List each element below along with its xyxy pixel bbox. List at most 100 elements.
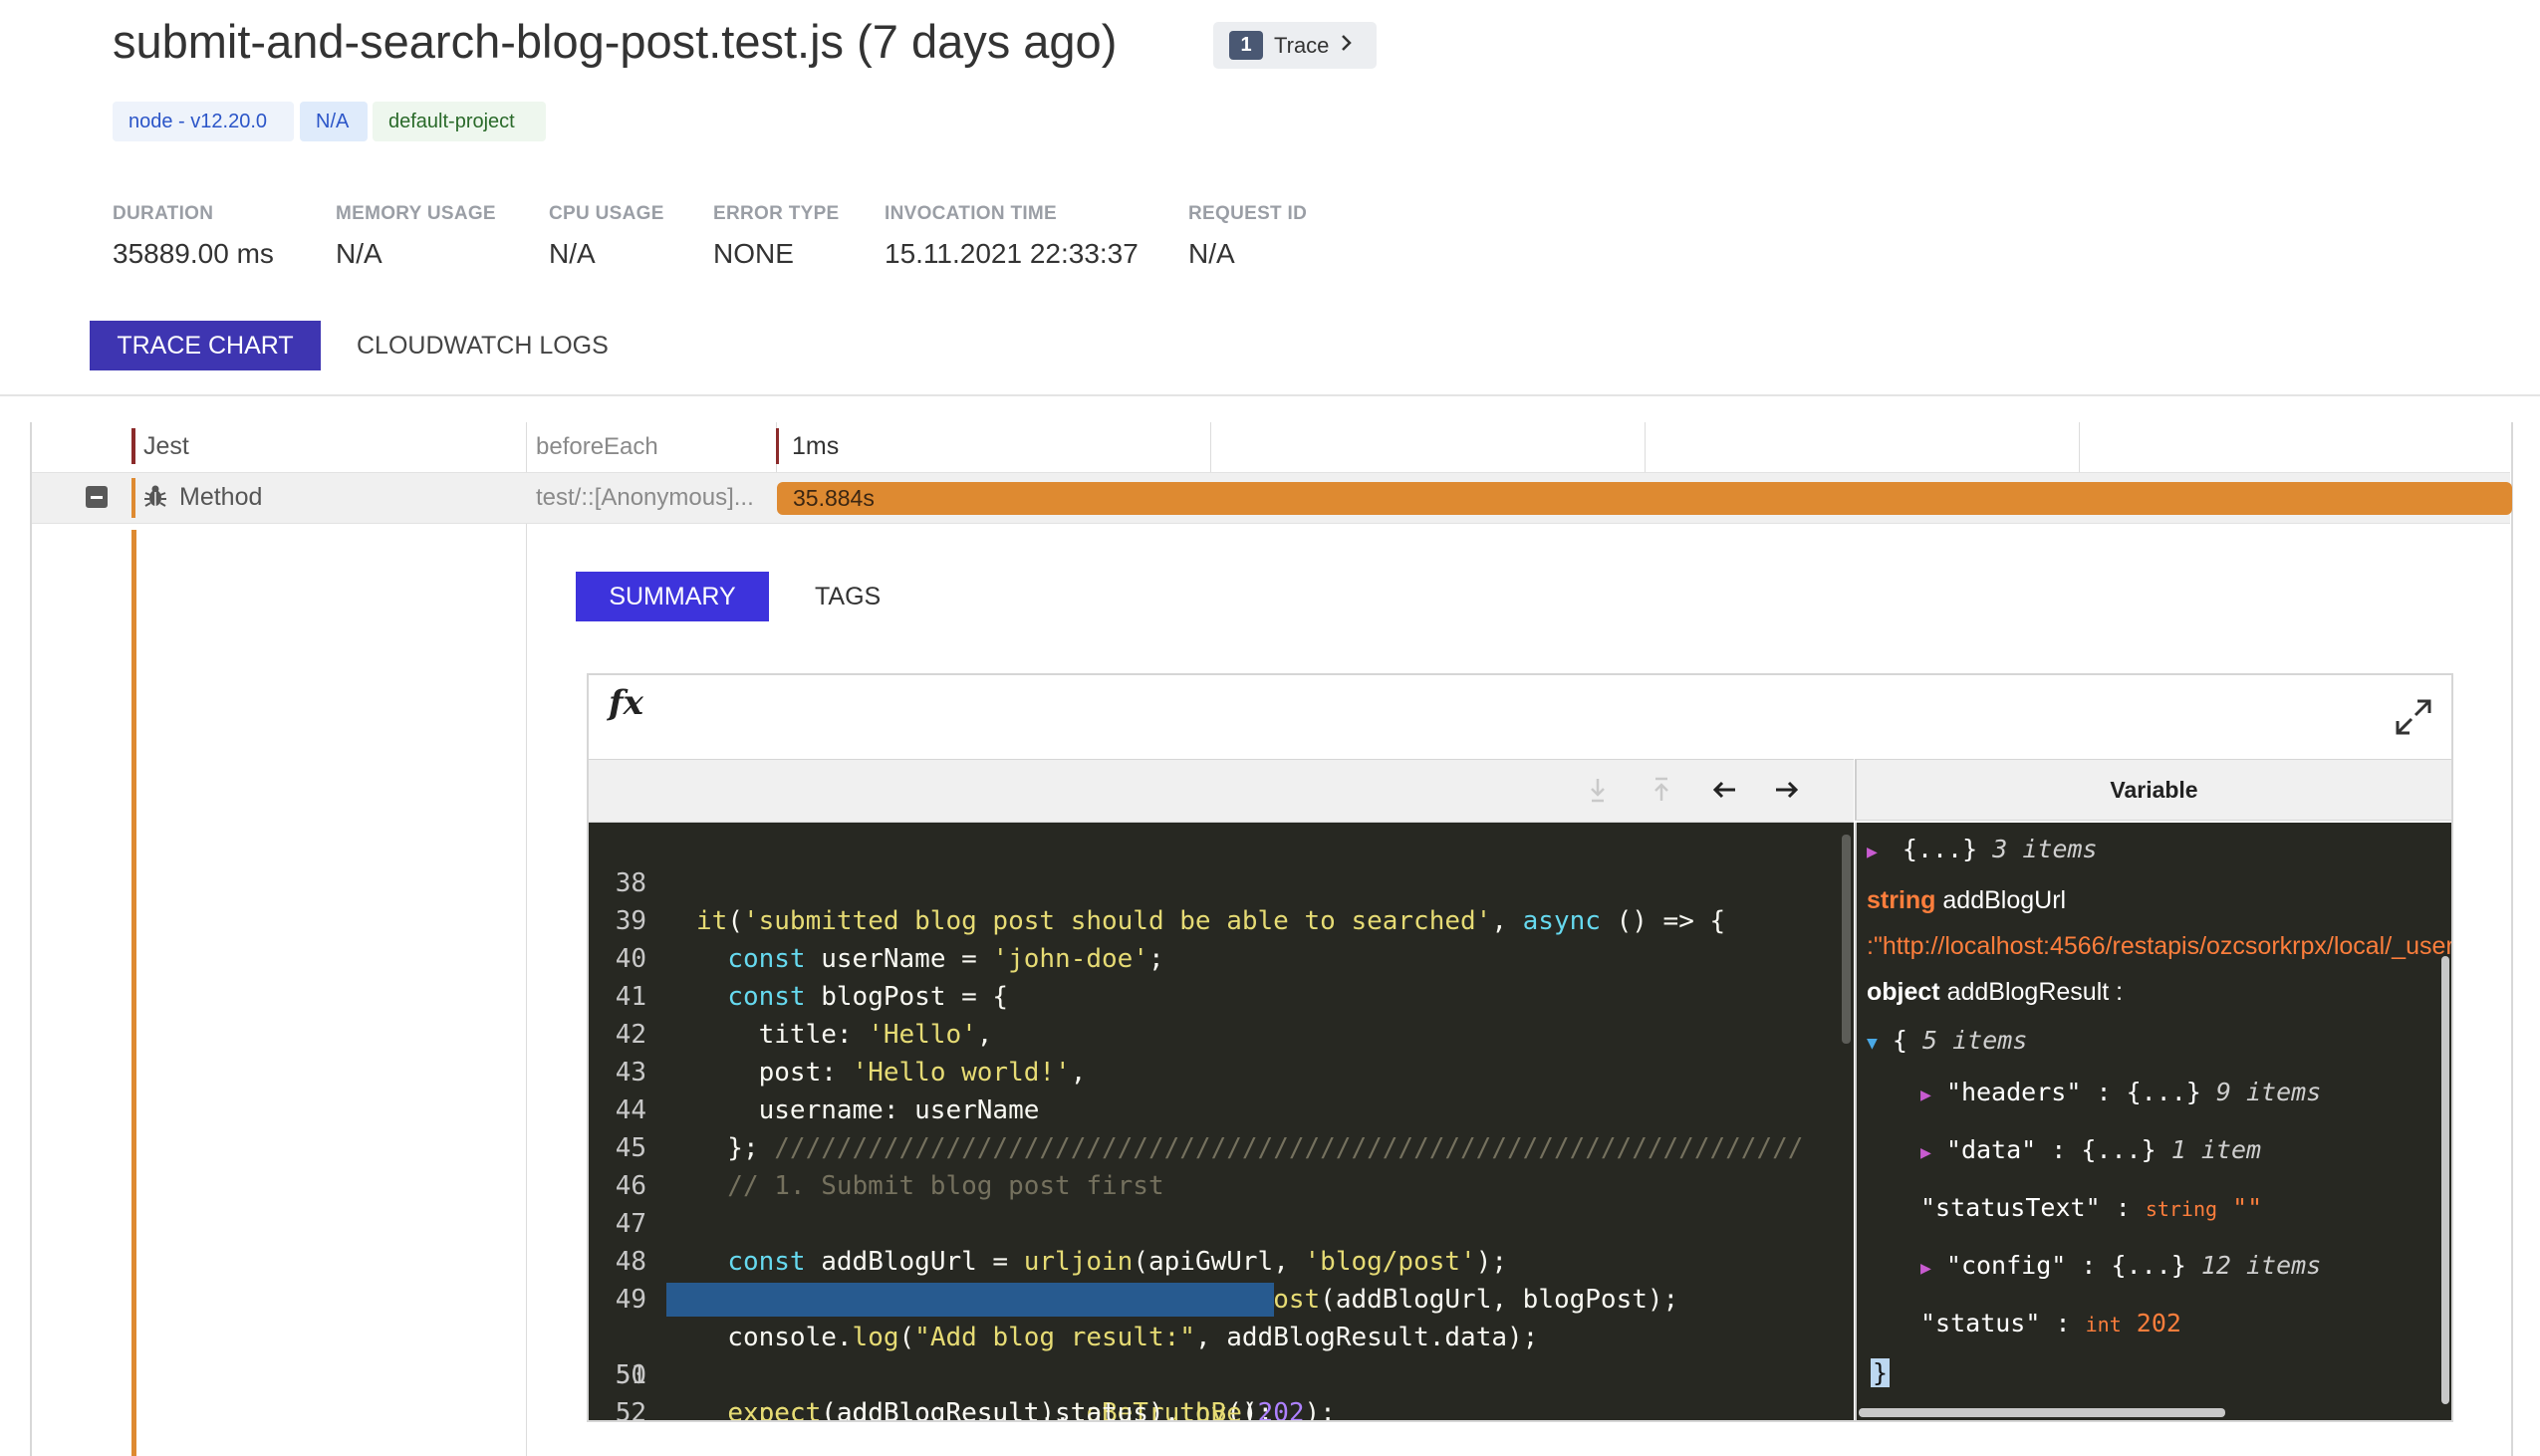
code-scrollbar[interactable] <box>1842 835 1851 1044</box>
arrow-left-icon[interactable] <box>1709 775 1739 805</box>
code-line: 48 const addBlogResult = await axios.pos… <box>589 1205 1854 1315</box>
stat-value: N/A <box>549 238 596 269</box>
current-line-highlight <box>666 1283 1274 1317</box>
key: "headers" <box>1945 1078 2082 1106</box>
frame-border <box>30 422 32 1456</box>
object-dots: {...} <box>2126 1078 2201 1106</box>
expand-triangle-icon[interactable]: ▶ <box>1920 1085 1931 1105</box>
code-line: 38 it('submitted blog post should be abl… <box>589 827 1854 936</box>
stat-value: 35889.00 ms <box>113 238 274 269</box>
variable-value: :"http://localhost:4566/restapis/ozcsork… <box>1867 932 2451 960</box>
expand-icon[interactable] <box>2394 697 2433 737</box>
stat-label: ERROR TYPE <box>713 203 840 224</box>
tab-cloudwatch-logs[interactable]: CLOUDWATCH LOGS <box>357 321 609 370</box>
stat-label: MEMORY USAGE <box>336 203 496 224</box>
variable-row: string addBlogUrl <box>1867 886 2066 915</box>
span-color-marker <box>131 478 135 518</box>
code-line: 44 }; //////////////////////////////////… <box>589 1054 1854 1163</box>
code-line: 53 // 2. Later verify that submitted blo… <box>589 1394 1854 1420</box>
stat-invocation-time: INVOCATION TIME 15.11.2021 22:33:37 <box>885 203 1139 270</box>
colon: : <box>2115 1193 2131 1222</box>
variable-name: addBlogResult : <box>1946 978 2124 1006</box>
stat-label: CPU USAGE <box>549 203 664 224</box>
variable-row[interactable]: ▶ {...} 3 items <box>1867 835 2098 863</box>
code-editor[interactable]: 38 it('submitted blog post should be abl… <box>589 823 1854 1420</box>
stat-memory-usage: MEMORY USAGE N/A <box>336 203 496 270</box>
stat-request-id: REQUEST ID N/A <box>1188 203 1307 270</box>
item-count: 9 items <box>2215 1078 2322 1106</box>
key: "status" <box>1920 1309 2041 1337</box>
item-count: 5 items <box>1922 1026 2028 1055</box>
span-duration-marker <box>776 428 779 464</box>
object-close: } <box>1871 1358 1891 1387</box>
variables-panel[interactable]: ▶ {...} 3 items string addBlogUrl :"http… <box>1855 823 2451 1420</box>
trace-button[interactable]: 1 Trace <box>1213 22 1377 69</box>
span-operation: test/::[Anonymous]... <box>536 484 754 511</box>
key: "data" <box>1945 1135 2037 1164</box>
colon: : <box>2051 1135 2067 1164</box>
code-line: 46 <box>589 1129 1854 1201</box>
expand-triangle-icon[interactable]: ▶ <box>1867 842 1878 862</box>
divider <box>0 394 2540 396</box>
key: "statusText" <box>1920 1193 2101 1222</box>
stat-value: 15.11.2021 22:33:37 <box>885 238 1139 269</box>
stat-error-type: ERROR TYPE NONE <box>713 203 840 270</box>
variable-row[interactable]: ▶ "config" : {...} 12 items <box>1920 1251 2321 1280</box>
value-type: string <box>2145 1197 2218 1221</box>
span-duration: 1ms <box>792 432 840 460</box>
variables-scrollbar[interactable] <box>2441 956 2449 1404</box>
variable-row[interactable]: ▶ "headers" : {...} 9 items <box>1920 1078 2321 1106</box>
item-count: 1 item <box>2170 1135 2262 1164</box>
object-dots: {...} <box>2111 1251 2186 1280</box>
stat-label: REQUEST ID <box>1188 203 1308 224</box>
page-title: submit-and-search-blog-post.test.js (7 d… <box>113 15 1118 68</box>
variable-row[interactable]: ▼ { 5 items <box>1867 1026 2027 1055</box>
value: 202 <box>2136 1309 2181 1337</box>
collapse-triangle-icon[interactable]: ▼ <box>1867 1033 1878 1054</box>
span-duration: 35.884s <box>793 485 875 511</box>
code-line: 39 const userName = 'john-doe'; <box>589 864 1854 974</box>
object-open: { <box>1892 1026 1907 1055</box>
span-duration-bar[interactable] <box>777 482 2512 515</box>
fx-icon: fx <box>609 683 643 723</box>
row-separator <box>32 523 2510 524</box>
stage-tag: N/A <box>300 102 368 141</box>
span-color-marker <box>131 428 135 464</box>
tab-trace-chart[interactable]: TRACE CHART <box>90 321 321 370</box>
project-tag: default-project <box>373 102 546 141</box>
chevron-right-icon <box>1340 33 1354 59</box>
span-name-jest[interactable]: Jest <box>143 432 189 461</box>
variable-header: Variable <box>1855 759 2451 821</box>
span-name-method[interactable]: Method <box>179 483 262 512</box>
runtime-tag: node - v12.20.0 <box>113 102 294 141</box>
step-into-icon[interactable] <box>1583 775 1613 805</box>
code-line: 45 // 1. Submit blog post first <box>589 1092 1854 1201</box>
value-type: int <box>2085 1313 2122 1336</box>
colon: : <box>2081 1251 2097 1280</box>
tab-summary[interactable]: SUMMARY <box>576 572 769 621</box>
span-detail-indicator <box>131 530 136 1456</box>
collapse-icon[interactable] <box>86 486 108 508</box>
variable-type: string <box>1867 886 1936 914</box>
arrow-right-icon[interactable] <box>1772 775 1802 805</box>
variable-row: "status" : int 202 <box>1920 1309 2181 1337</box>
expand-triangle-icon[interactable]: ▶ <box>1920 1258 1931 1279</box>
code-line: 49 console.log("Add blog result:", addBl… <box>589 1243 1854 1352</box>
code-line: 43 username: userName <box>589 1016 1854 1125</box>
key: "config" <box>1945 1251 2067 1280</box>
code-line-highlighted: 50 expect(addBlogResult).toBeTruthy(); <box>589 1281 1854 1420</box>
colon: : <box>2055 1309 2071 1337</box>
value: "" <box>2232 1193 2263 1222</box>
code-line: 52 expect(addBlogResult.data).toBeTruthy… <box>589 1356 1854 1420</box>
step-out-icon[interactable] <box>1647 775 1676 805</box>
stat-value: N/A <box>336 238 382 269</box>
column-divider <box>526 422 527 1456</box>
variable-row[interactable]: ▶ "data" : {...} 1 item <box>1920 1135 2261 1164</box>
expand-triangle-icon[interactable]: ▶ <box>1920 1142 1931 1163</box>
variable-type: object <box>1867 978 1940 1006</box>
variables-horizontal-scrollbar[interactable] <box>1859 1408 2225 1417</box>
tab-tags[interactable]: TAGS <box>815 572 881 621</box>
stat-duration: DURATION 35889.00 ms <box>113 203 274 270</box>
object-dots: {...} <box>1902 835 1978 863</box>
item-count: 3 items <box>1992 835 2098 863</box>
